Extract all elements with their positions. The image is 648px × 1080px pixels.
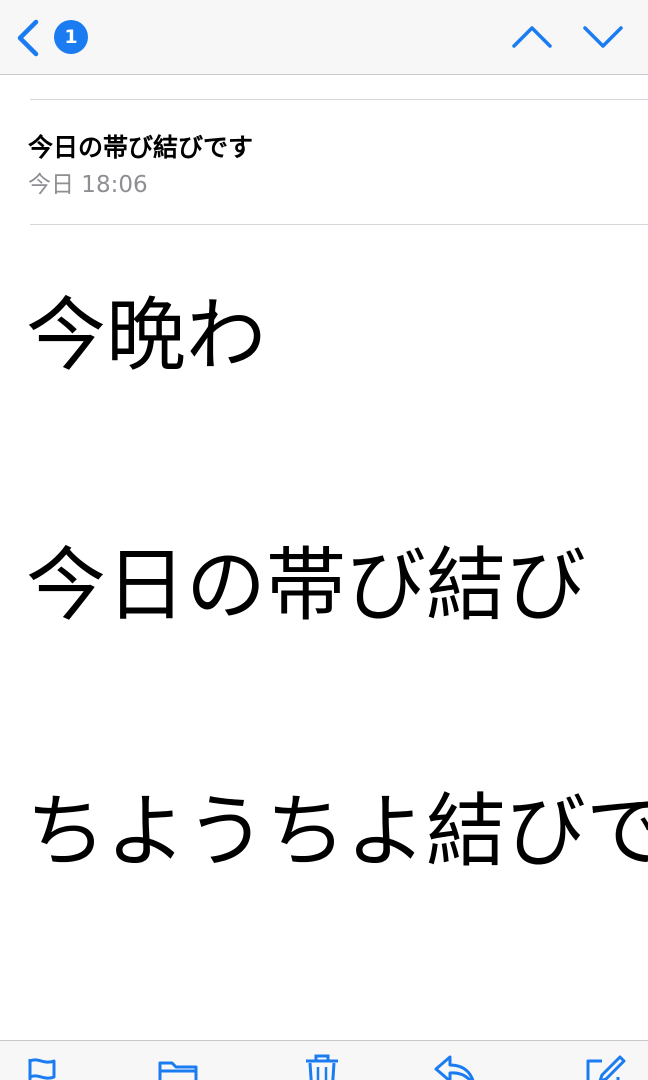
folder-icon: [158, 1061, 198, 1080]
trash-icon: [306, 1054, 338, 1080]
header-divider-bottom: [30, 224, 648, 225]
move-to-folder-button[interactable]: [156, 1053, 202, 1080]
navigation-bar: 1: [0, 0, 648, 75]
unread-count-badge: 1: [54, 20, 88, 54]
message-date: 今日 18:06: [28, 172, 148, 198]
chevron-down-icon: [583, 26, 623, 48]
next-message-button[interactable]: [580, 14, 626, 60]
trash-button[interactable]: [300, 1053, 346, 1080]
body-line: 今日の帯び結び: [26, 539, 586, 632]
bottom-toolbar: [0, 1040, 648, 1080]
reply-icon: [434, 1055, 475, 1080]
flag-button[interactable]: [24, 1053, 70, 1080]
chevron-up-icon: [512, 26, 552, 48]
flag-icon: [28, 1058, 56, 1080]
compose-button[interactable]: [582, 1053, 628, 1080]
header-divider-top: [30, 99, 648, 100]
compose-icon: [586, 1055, 626, 1080]
mail-message-screen: 1 今日の帯び結びです 今日 18:06 今晩わ 今日の帯び結び ちようちよ結び…: [0, 0, 648, 1080]
chevron-left-icon: [17, 19, 39, 57]
message-subject: 今日の帯び結びです: [28, 133, 254, 162]
back-button[interactable]: 1: [10, 14, 88, 60]
body-line: 今晩わ: [26, 289, 266, 382]
body-line: ちようちよ結びで: [26, 785, 648, 878]
previous-message-button[interactable]: [509, 14, 555, 60]
reply-button[interactable]: [432, 1053, 478, 1080]
